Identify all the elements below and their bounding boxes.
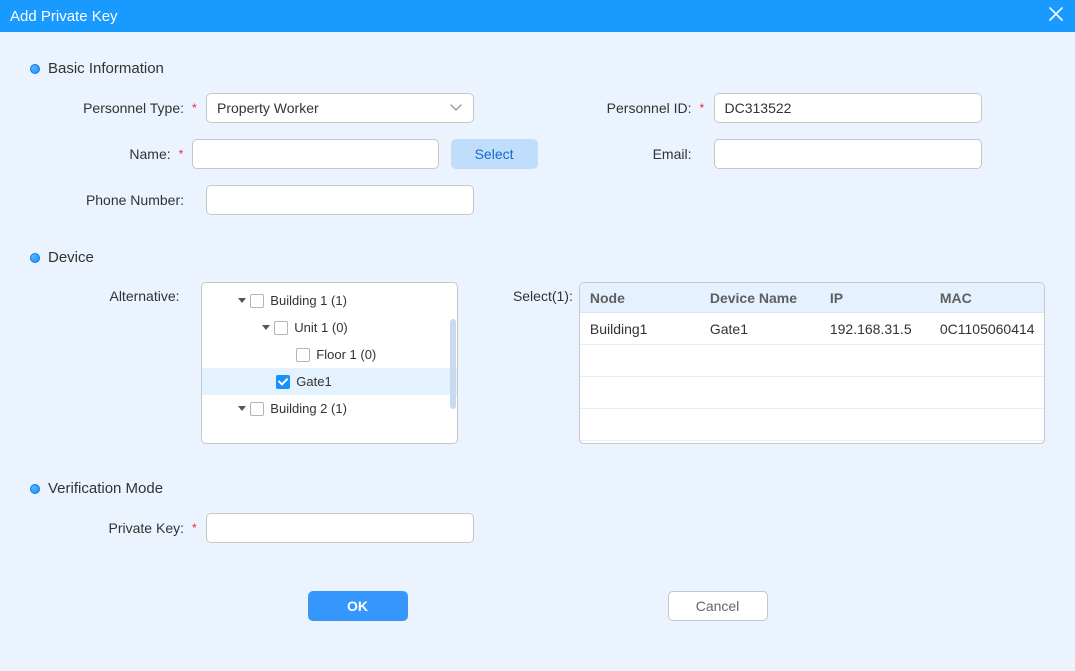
section-title-basic: Basic Information — [48, 60, 164, 77]
email-input[interactable] — [714, 139, 982, 169]
required-marker: * — [179, 147, 186, 161]
close-icon[interactable] — [1047, 5, 1065, 27]
section-title-device: Device — [48, 249, 94, 266]
personnel-id-input[interactable] — [714, 93, 982, 123]
required-marker: * — [192, 521, 200, 535]
tree-item[interactable]: Floor 1 (0) — [202, 341, 456, 368]
label-personnel-type: Personnel Type: — [30, 100, 190, 116]
tree-item-label: Building 1 (1) — [270, 293, 347, 308]
cell-mac: 0C1105060414 — [930, 321, 1044, 337]
tree-item-label: Unit 1 (0) — [294, 320, 347, 335]
cell-device-name: Gate1 — [700, 321, 820, 337]
dialog-header: Add Private Key — [0, 0, 1075, 32]
checkbox[interactable] — [296, 348, 310, 362]
checkbox[interactable] — [276, 375, 290, 389]
select-button[interactable]: Select — [451, 139, 538, 169]
cell-ip: 192.168.31.5 — [820, 321, 930, 337]
required-marker: * — [700, 101, 708, 115]
label-email: Email: — [538, 146, 698, 162]
personnel-type-select[interactable]: Property Worker — [206, 93, 474, 123]
section-title-verification: Verification Mode — [48, 480, 163, 497]
bullet-icon — [30, 484, 40, 494]
phone-input[interactable] — [206, 185, 474, 215]
col-mac: MAC — [930, 290, 1044, 306]
col-device-name: Device Name — [700, 290, 820, 306]
chevron-down-icon — [449, 103, 463, 113]
chevron-down-icon — [260, 325, 272, 330]
section-device-header: Device — [30, 249, 1045, 266]
table-row — [580, 377, 1044, 409]
bullet-icon — [30, 64, 40, 74]
name-input[interactable] — [192, 139, 439, 169]
dialog-title: Add Private Key — [10, 8, 118, 25]
col-ip: IP — [820, 290, 930, 306]
ok-button[interactable]: OK — [308, 591, 408, 621]
private-key-input[interactable] — [206, 513, 474, 543]
device-tree[interactable]: Building 1 (1) Unit 1 (0) Floor 1 (0) Gate1… — [201, 282, 457, 444]
table-header-row: Node Device Name IP MAC — [580, 283, 1044, 313]
tree-item-label: Floor 1 (0) — [316, 347, 376, 362]
tree-item-label: Gate1 — [296, 374, 331, 389]
scrollbar[interactable] — [450, 319, 456, 409]
selected-devices-table: Node Device Name IP MAC Building1Gate119… — [579, 282, 1045, 444]
label-personnel-id: Personnel ID: — [538, 100, 698, 116]
label-private-key: Private Key: — [30, 520, 190, 536]
label-phone: Phone Number: — [30, 192, 190, 208]
cancel-button[interactable]: Cancel — [668, 591, 768, 621]
tree-item[interactable]: Building 2 (1) — [202, 395, 456, 422]
table-row — [580, 345, 1044, 377]
table-row — [580, 409, 1044, 441]
cell-node: Building1 — [580, 321, 700, 337]
section-basic-header: Basic Information — [30, 60, 1045, 77]
chevron-down-icon — [236, 406, 248, 411]
label-alternative: Alternative: — [30, 282, 186, 444]
checkbox[interactable] — [250, 294, 264, 308]
tree-item[interactable]: Gate1 — [202, 368, 456, 395]
bullet-icon — [30, 253, 40, 263]
checkbox[interactable] — [250, 402, 264, 416]
chevron-down-icon — [236, 298, 248, 303]
personnel-type-value: Property Worker — [217, 100, 319, 116]
required-marker: * — [192, 101, 200, 115]
tree-item[interactable]: Building 1 (1) — [202, 287, 456, 314]
col-node: Node — [580, 290, 700, 306]
label-name: Name: — [30, 146, 177, 162]
tree-item[interactable]: Unit 1 (0) — [202, 314, 456, 341]
tree-item-label: Building 2 (1) — [270, 401, 347, 416]
table-row[interactable]: Building1Gate1192.168.31.50C1105060414 — [580, 313, 1044, 345]
section-verification-header: Verification Mode — [30, 480, 1045, 497]
checkbox[interactable] — [274, 321, 288, 335]
label-select-count: Select(1): — [478, 282, 579, 444]
